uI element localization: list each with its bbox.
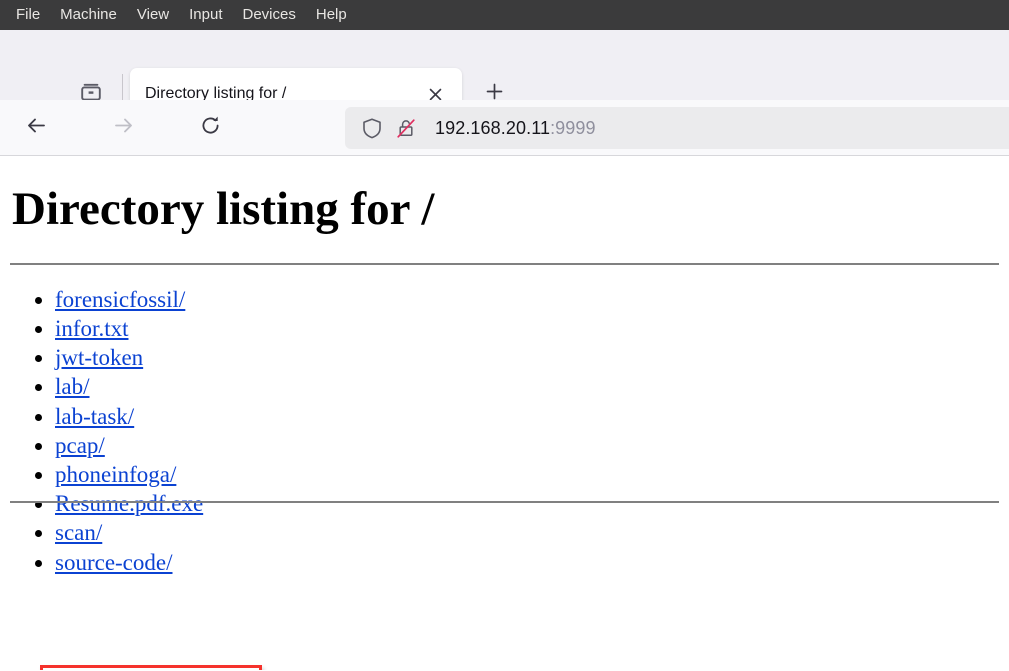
directory-link[interactable]: pcap/ xyxy=(55,433,105,458)
directory-link[interactable]: phoneinfoga/ xyxy=(55,462,176,487)
list-item: lab-task/ xyxy=(55,402,1009,431)
directory-link[interactable]: forensicfossil/ xyxy=(55,287,185,312)
url-host: 192.168.20.11 xyxy=(435,117,551,138)
directory-link[interactable]: lab/ xyxy=(55,374,90,399)
page-content: Directory listing for / forensicfossil/ … xyxy=(0,156,1009,670)
insecure-lock-icon[interactable] xyxy=(391,113,421,143)
list-item: source-code/ xyxy=(55,548,1009,577)
page-title: Directory listing for / xyxy=(12,183,435,235)
list-item: Resume.pdf.exe xyxy=(55,489,1009,518)
back-button[interactable] xyxy=(17,109,55,147)
list-item: phoneinfoga/ xyxy=(55,460,1009,489)
directory-link[interactable]: jwt-token xyxy=(55,345,143,370)
directory-link[interactable]: infor.txt xyxy=(55,316,128,341)
reload-icon xyxy=(199,114,222,142)
directory-link[interactable]: scan/ xyxy=(55,520,102,545)
list-item: forensicfossil/ xyxy=(55,285,1009,314)
menu-item-devices[interactable]: Devices xyxy=(233,0,306,30)
directory-link[interactable]: source-code/ xyxy=(55,550,173,575)
list-item: jwt-token xyxy=(55,343,1009,372)
forward-button[interactable] xyxy=(104,109,142,147)
shield-icon[interactable] xyxy=(357,113,387,143)
url-text: 192.168.20.11:9999 xyxy=(435,118,596,139)
list-item: infor.txt xyxy=(55,314,1009,343)
menu-item-help[interactable]: Help xyxy=(306,0,357,30)
divider-bottom xyxy=(10,501,999,503)
directory-link[interactable]: Resume.pdf.exe xyxy=(55,491,203,516)
menu-item-machine[interactable]: Machine xyxy=(50,0,127,30)
browser-navbar: 192.168.20.11:9999 xyxy=(0,100,1009,156)
list-item: lab/ xyxy=(55,372,1009,401)
directory-link[interactable]: lab-task/ xyxy=(55,404,134,429)
menu-item-file[interactable]: File xyxy=(6,0,50,30)
url-port: :9999 xyxy=(550,117,596,138)
reload-button[interactable] xyxy=(191,109,229,147)
menu-item-input[interactable]: Input xyxy=(179,0,232,30)
directory-listing: forensicfossil/ infor.txt jwt-token lab/… xyxy=(0,265,1009,577)
list-item: scan/ xyxy=(55,518,1009,547)
arrow-left-icon xyxy=(25,114,48,142)
url-bar[interactable]: 192.168.20.11:9999 xyxy=(345,107,1009,149)
annotation-highlight-content: Resume.pdf.exe xyxy=(40,665,262,670)
arrow-right-icon xyxy=(112,114,135,142)
vm-menubar: File Machine View Input Devices Help xyxy=(0,0,1009,30)
menu-item-view[interactable]: View xyxy=(127,0,179,30)
browser-tabstrip: Directory listing for / xyxy=(0,30,1009,120)
list-item: pcap/ xyxy=(55,431,1009,460)
